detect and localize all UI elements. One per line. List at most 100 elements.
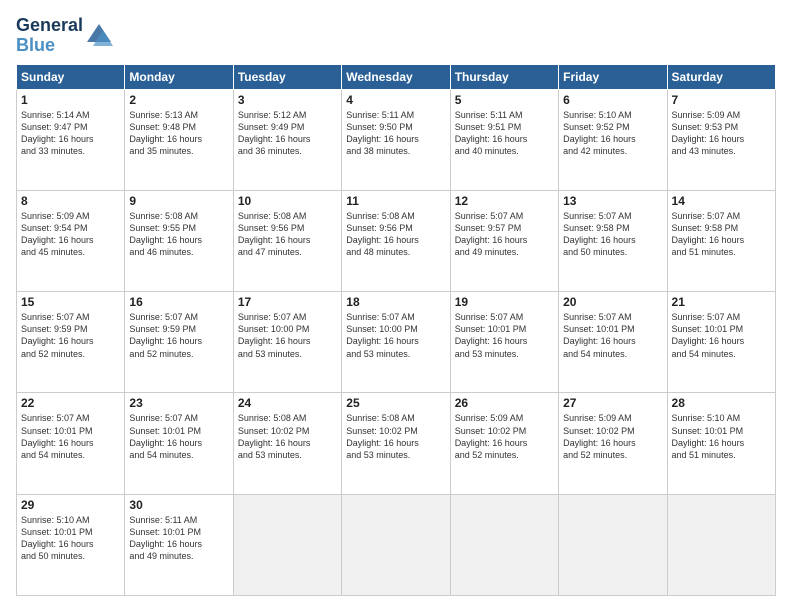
day-number: 2: [129, 93, 228, 107]
calendar-table: SundayMondayTuesdayWednesdayThursdayFrid…: [16, 64, 776, 596]
day-info: Sunrise: 5:09 AM Sunset: 10:02 PM Daylig…: [455, 412, 554, 461]
calendar-cell: 21Sunrise: 5:07 AM Sunset: 10:01 PM Dayl…: [667, 292, 775, 393]
day-info: Sunrise: 5:07 AM Sunset: 9:59 PM Dayligh…: [129, 311, 228, 360]
day-info: Sunrise: 5:08 AM Sunset: 10:02 PM Daylig…: [346, 412, 445, 461]
day-info: Sunrise: 5:07 AM Sunset: 10:01 PM Daylig…: [455, 311, 554, 360]
day-number: 8: [21, 194, 120, 208]
day-number: 6: [563, 93, 662, 107]
calendar-cell: [450, 494, 558, 595]
day-info: Sunrise: 5:07 AM Sunset: 10:00 PM Daylig…: [346, 311, 445, 360]
day-number: 14: [672, 194, 771, 208]
day-number: 22: [21, 396, 120, 410]
calendar-cell: 26Sunrise: 5:09 AM Sunset: 10:02 PM Dayl…: [450, 393, 558, 494]
calendar-cell: 24 Sunrise: 5:08 AM Sunset: 10:02 PM Dayl…: [233, 393, 341, 494]
calendar-cell: 5 Sunrise: 5:11 AM Sunset: 9:51 PM Daylig…: [450, 89, 558, 190]
day-number: 25: [346, 396, 445, 410]
day-info: Sunrise: 5:07 AM Sunset: 10:01 PM Daylig…: [563, 311, 662, 360]
weekday-header: Friday: [559, 64, 667, 89]
calendar-cell: 20 Sunrise: 5:07 AM Sunset: 10:01 PM Dayl…: [559, 292, 667, 393]
calendar-cell: [559, 494, 667, 595]
day-info: Sunrise: 5:11 AM Sunset: 9:50 PM Dayligh…: [346, 109, 445, 158]
day-number: 7: [672, 93, 771, 107]
day-info: Sunrise: 5:08 AM Sunset: 10:02 PM Daylig…: [238, 412, 337, 461]
calendar-cell: 7 Sunrise: 5:09 AM Sunset: 9:53 PM Daylig…: [667, 89, 775, 190]
day-number: 24: [238, 396, 337, 410]
day-info: Sunrise: 5:08 AM Sunset: 9:56 PM Dayligh…: [346, 210, 445, 259]
day-number: 1: [21, 93, 120, 107]
calendar-cell: [342, 494, 450, 595]
calendar-cell: 25 Sunrise: 5:08 AM Sunset: 10:02 PM Dayl…: [342, 393, 450, 494]
day-number: 4: [346, 93, 445, 107]
day-number: 28: [672, 396, 771, 410]
day-info: Sunrise: 5:07 AM Sunset: 10:01 PM Daylig…: [21, 412, 120, 461]
day-number: 11: [346, 194, 445, 208]
day-info: Sunrise: 5:10 AM Sunset: 10:01 PM Daylig…: [21, 514, 120, 563]
calendar-cell: 30 Sunrise: 5:11 AM Sunset: 10:01 PM Dayl…: [125, 494, 233, 595]
day-number: 30: [129, 498, 228, 512]
calendar-cell: 1Sunrise: 5:14 AM Sunset: 9:47 PM Daylig…: [17, 89, 125, 190]
day-info: Sunrise: 5:07 AM Sunset: 9:57 PM Dayligh…: [455, 210, 554, 259]
calendar-cell: 10Sunrise: 5:08 AM Sunset: 9:56 PM Dayli…: [233, 190, 341, 291]
calendar-cell: 15 Sunrise: 5:07 AM Sunset: 9:59 PM Dayli…: [17, 292, 125, 393]
day-number: 19: [455, 295, 554, 309]
day-info: Sunrise: 5:07 AM Sunset: 9:58 PM Dayligh…: [672, 210, 771, 259]
day-info: Sunrise: 5:10 AM Sunset: 9:52 PM Dayligh…: [563, 109, 662, 158]
day-number: 12: [455, 194, 554, 208]
calendar-cell: 14 Sunrise: 5:07 AM Sunset: 9:58 PM Dayli…: [667, 190, 775, 291]
calendar-cell: 2Sunrise: 5:13 AM Sunset: 9:48 PM Daylig…: [125, 89, 233, 190]
calendar-cell: 28 Sunrise: 5:10 AM Sunset: 10:01 PM Dayl…: [667, 393, 775, 494]
day-info: Sunrise: 5:11 AM Sunset: 9:51 PM Dayligh…: [455, 109, 554, 158]
day-info: Sunrise: 5:08 AM Sunset: 9:55 PM Dayligh…: [129, 210, 228, 259]
day-info: Sunrise: 5:07 AM Sunset: 10:01 PM Daylig…: [672, 311, 771, 360]
day-number: 9: [129, 194, 228, 208]
day-info: Sunrise: 5:07 AM Sunset: 10:01 PM Daylig…: [129, 412, 228, 461]
calendar-cell: 23 Sunrise: 5:07 AM Sunset: 10:01 PM Dayl…: [125, 393, 233, 494]
weekday-header: Sunday: [17, 64, 125, 89]
calendar-cell: 27Sunrise: 5:09 AM Sunset: 10:02 PM Dayl…: [559, 393, 667, 494]
calendar-cell: 17Sunrise: 5:07 AM Sunset: 10:00 PM Dayl…: [233, 292, 341, 393]
day-info: Sunrise: 5:12 AM Sunset: 9:49 PM Dayligh…: [238, 109, 337, 158]
day-info: Sunrise: 5:09 AM Sunset: 9:53 PM Dayligh…: [672, 109, 771, 158]
calendar-cell: 12 Sunrise: 5:07 AM Sunset: 9:57 PM Dayli…: [450, 190, 558, 291]
calendar-cell: 22 Sunrise: 5:07 AM Sunset: 10:01 PM Dayl…: [17, 393, 125, 494]
logo-text: GeneralBlue: [16, 16, 83, 56]
calendar-week-row: 29 Sunrise: 5:10 AM Sunset: 10:01 PM Dayl…: [17, 494, 776, 595]
calendar-cell: 8 Sunrise: 5:09 AM Sunset: 9:54 PM Daylig…: [17, 190, 125, 291]
day-info: Sunrise: 5:07 AM Sunset: 9:59 PM Dayligh…: [21, 311, 120, 360]
day-info: Sunrise: 5:10 AM Sunset: 10:01 PM Daylig…: [672, 412, 771, 461]
calendar-week-row: 8 Sunrise: 5:09 AM Sunset: 9:54 PM Daylig…: [17, 190, 776, 291]
day-info: Sunrise: 5:07 AM Sunset: 9:58 PM Dayligh…: [563, 210, 662, 259]
calendar-week-row: 15 Sunrise: 5:07 AM Sunset: 9:59 PM Dayli…: [17, 292, 776, 393]
calendar-cell: 9 Sunrise: 5:08 AM Sunset: 9:55 PM Daylig…: [125, 190, 233, 291]
calendar-cell: 19 Sunrise: 5:07 AM Sunset: 10:01 PM Dayl…: [450, 292, 558, 393]
day-number: 17: [238, 295, 337, 309]
day-number: 3: [238, 93, 337, 107]
day-info: Sunrise: 5:11 AM Sunset: 10:01 PM Daylig…: [129, 514, 228, 563]
calendar-header-row: SundayMondayTuesdayWednesdayThursdayFrid…: [17, 64, 776, 89]
day-number: 5: [455, 93, 554, 107]
day-info: Sunrise: 5:08 AM Sunset: 9:56 PM Dayligh…: [238, 210, 337, 259]
day-info: Sunrise: 5:09 AM Sunset: 10:02 PM Daylig…: [563, 412, 662, 461]
calendar-cell: 6 Sunrise: 5:10 AM Sunset: 9:52 PM Daylig…: [559, 89, 667, 190]
calendar-header: GeneralBlue: [16, 16, 776, 56]
calendar-cell: 16Sunrise: 5:07 AM Sunset: 9:59 PM Dayli…: [125, 292, 233, 393]
calendar-week-row: 22 Sunrise: 5:07 AM Sunset: 10:01 PM Dayl…: [17, 393, 776, 494]
day-number: 29: [21, 498, 120, 512]
calendar-cell: 18 Sunrise: 5:07 AM Sunset: 10:00 PM Dayl…: [342, 292, 450, 393]
calendar-cell: [233, 494, 341, 595]
weekday-header: Tuesday: [233, 64, 341, 89]
logo-blue: Blue: [16, 35, 55, 55]
calendar-cell: 11 Sunrise: 5:08 AM Sunset: 9:56 PM Dayli…: [342, 190, 450, 291]
day-number: 15: [21, 295, 120, 309]
day-info: Sunrise: 5:09 AM Sunset: 9:54 PM Dayligh…: [21, 210, 120, 259]
calendar-cell: 13Sunrise: 5:07 AM Sunset: 9:58 PM Dayli…: [559, 190, 667, 291]
weekday-header: Wednesday: [342, 64, 450, 89]
calendar-cell: 4 Sunrise: 5:11 AM Sunset: 9:50 PM Daylig…: [342, 89, 450, 190]
day-number: 23: [129, 396, 228, 410]
day-number: 18: [346, 295, 445, 309]
weekday-header: Saturday: [667, 64, 775, 89]
calendar-week-row: 1Sunrise: 5:14 AM Sunset: 9:47 PM Daylig…: [17, 89, 776, 190]
weekday-header: Thursday: [450, 64, 558, 89]
logo-icon: [85, 22, 113, 50]
day-number: 20: [563, 295, 662, 309]
